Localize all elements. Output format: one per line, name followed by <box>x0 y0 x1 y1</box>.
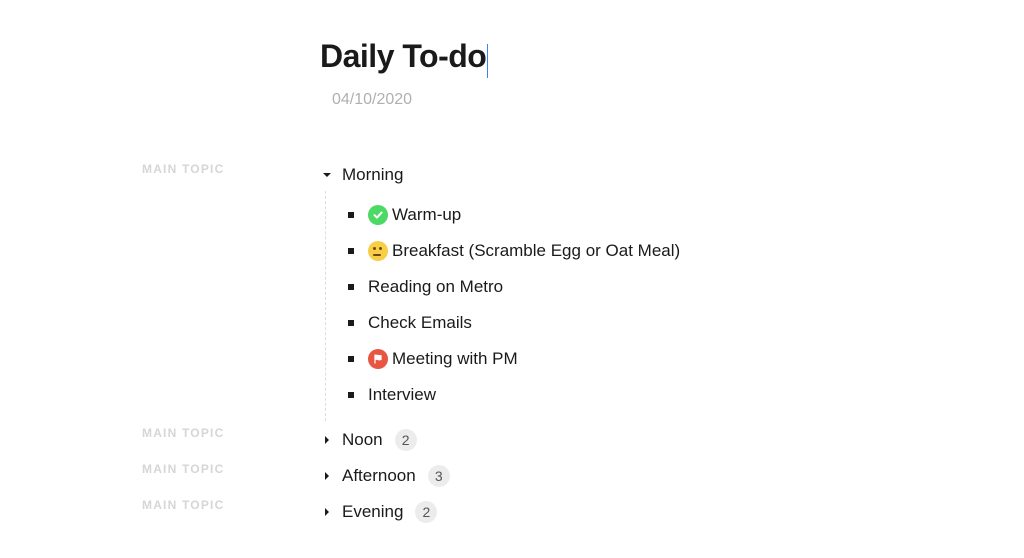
list-item[interactable]: Meeting with PM <box>348 341 960 377</box>
item-text: Check Emails <box>368 313 472 333</box>
list-item[interactable]: Interview <box>348 377 960 413</box>
caret-right-icon[interactable] <box>320 507 334 517</box>
item-count-badge: 3 <box>428 465 450 487</box>
list-item[interactable]: Warm-up <box>348 197 960 233</box>
text-cursor <box>487 44 488 78</box>
bullet-icon <box>348 248 354 254</box>
flag-icon <box>368 349 388 369</box>
list-item[interactable]: Check Emails <box>348 305 960 341</box>
topic-header[interactable]: Noon 2 <box>320 423 960 457</box>
topic-name: Morning <box>342 165 403 185</box>
item-text: Warm-up <box>392 205 461 225</box>
list-item[interactable]: Breakfast (Scramble Egg or Oat Meal) <box>348 233 960 269</box>
thinking-face-icon <box>368 241 388 261</box>
main-topic-label: MAIN TOPIC <box>142 162 224 176</box>
bullet-icon <box>348 284 354 290</box>
topic-name: Afternoon <box>342 466 416 486</box>
topic-name: Noon <box>342 430 383 450</box>
topic-header[interactable]: Morning <box>320 159 960 191</box>
caret-down-icon[interactable] <box>320 170 334 180</box>
item-text: Reading on Metro <box>368 277 503 297</box>
check-icon <box>368 205 388 225</box>
date-label: 04/10/2020 <box>332 91 960 109</box>
caret-right-icon[interactable] <box>320 435 334 445</box>
page-title[interactable]: Daily To-do <box>320 38 486 75</box>
main-topic-label: MAIN TOPIC <box>142 426 224 440</box>
topic-header[interactable]: Evening 2 <box>320 495 960 529</box>
item-text: Breakfast (Scramble Egg or Oat Meal) <box>392 241 680 261</box>
topic-name: Evening <box>342 502 403 522</box>
item-text: Interview <box>368 385 436 405</box>
bullet-icon <box>348 320 354 326</box>
bullet-icon <box>348 356 354 362</box>
item-count-badge: 2 <box>415 501 437 523</box>
main-topic-label: MAIN TOPIC <box>142 462 224 476</box>
topic-header[interactable]: Afternoon 3 <box>320 459 960 493</box>
item-count-badge: 2 <box>395 429 417 451</box>
main-topic-label: MAIN TOPIC <box>142 498 224 512</box>
caret-right-icon[interactable] <box>320 471 334 481</box>
list-item[interactable]: Reading on Metro <box>348 269 960 305</box>
item-text: Meeting with PM <box>392 349 518 369</box>
bullet-icon <box>348 392 354 398</box>
bullet-icon <box>348 212 354 218</box>
